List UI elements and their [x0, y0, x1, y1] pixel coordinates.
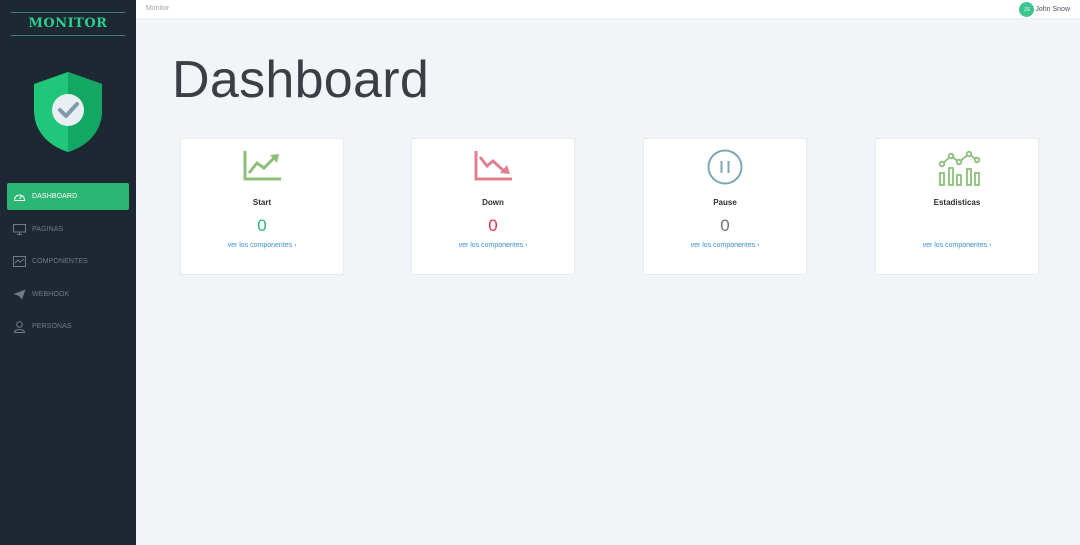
user-menu[interactable]: JS John Snow: [1019, 1, 1070, 18]
sidebar-item-personas[interactable]: PERSONAS: [7, 313, 129, 340]
statistics-card: Estadisticas ver los componentes ›: [875, 138, 1039, 275]
sidebar-item-label: COMPONENTES: [32, 258, 88, 265]
view-components-link[interactable]: ver los componentes ›: [644, 242, 806, 249]
page-title: Dashboard: [172, 51, 430, 109]
card-value: 0: [257, 216, 267, 235]
sidebar-item-paginas[interactable]: PAGINAS: [7, 216, 129, 243]
user-name[interactable]: John Snow: [1035, 6, 1070, 13]
avatar[interactable]: JS: [1019, 2, 1035, 17]
stats-chart-icon: [937, 149, 981, 186]
pause-card: Pause 0 ver los componentes ›: [643, 138, 807, 275]
brand-logo[interactable]: MONITOR: [11, 12, 125, 36]
shield-check-icon: [32, 70, 104, 154]
sidebar-nav: DASHBOARD PAGINAS COMPONENTES WEBHOOK PE…: [0, 183, 136, 346]
monitor-icon: [12, 222, 26, 236]
trend-up-icon: [242, 149, 282, 185]
card-title: Pause: [713, 198, 737, 207]
sidebar-item-label: PAGINAS: [32, 225, 64, 233]
card-title: Estadisticas: [933, 198, 981, 207]
breadcrumb[interactable]: Monitor: [146, 5, 169, 12]
sidebar-item-componentes[interactable]: COMPONENTES: [7, 248, 129, 275]
view-components-link[interactable]: ver los componentes ›: [412, 242, 574, 249]
activity-chart-icon: [12, 255, 26, 269]
sidebar: MONITOR DASHBOARD PAGINAS COMPONENTES WE…: [0, 0, 136, 545]
paper-plane-icon: [12, 287, 26, 301]
view-components-link[interactable]: ver los componentes ›: [181, 242, 343, 249]
person-icon: [12, 320, 26, 334]
sidebar-item-webhook[interactable]: WEBHOOK: [7, 281, 129, 308]
brand-name: MONITOR: [28, 16, 108, 31]
sidebar-item-label: DASHBOARD: [32, 193, 78, 200]
sidebar-item-label: PERSONAS: [32, 323, 72, 330]
down-card: Down 0 ver los componentes ›: [411, 138, 575, 275]
view-components-link[interactable]: ver los componentes ›: [876, 242, 1038, 249]
card-title: Start: [252, 198, 272, 207]
trend-down-icon: [473, 149, 513, 185]
sidebar-item-dashboard[interactable]: DASHBOARD: [7, 183, 129, 210]
pause-circle-icon: [705, 149, 745, 185]
start-card: Start 0 ver los componentes ›: [180, 138, 344, 275]
sidebar-item-label: WEBHOOK: [32, 290, 70, 298]
card-value: 0: [720, 216, 730, 235]
card-title: Down: [482, 198, 504, 207]
card-value: 0: [488, 216, 498, 235]
top-bar: Monitor JS John Snow: [136, 0, 1080, 19]
gauge-icon: [12, 190, 26, 204]
